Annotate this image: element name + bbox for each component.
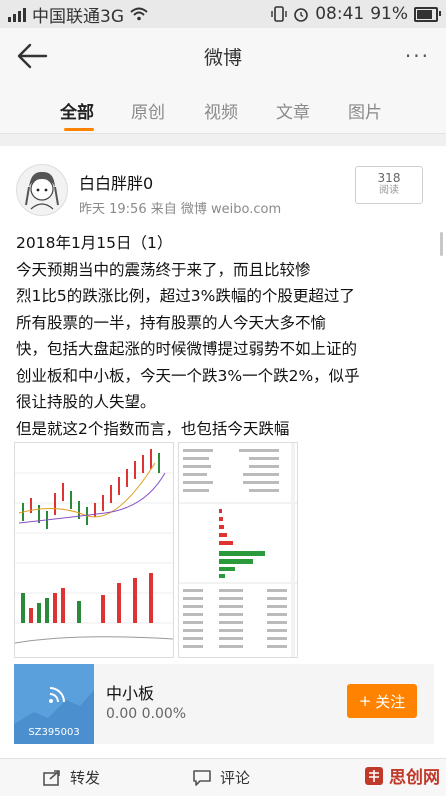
clock-time: 08:41 [315, 4, 365, 24]
post-line: 2018年1月15日（1） [16, 234, 173, 252]
avatar-sketch-icon [25, 171, 59, 210]
follow-button[interactable]: + 关注 [347, 684, 417, 718]
stock-thumbnail: SZ395003 [14, 664, 94, 744]
post-line: 很让持股的人失望。 [16, 393, 156, 411]
filter-tabs: 全部 原创 视频 文章 图片 [0, 84, 446, 134]
post-image-quote-table[interactable] [178, 442, 298, 658]
vibrate-icon [271, 6, 287, 22]
watermark-text: 思创网 [389, 768, 440, 788]
post-line: 但是就这2个指数而言，也包括今天跌幅 [16, 419, 290, 438]
post-line: 今天预期当中的震荡终于来了，而且比较惨 [16, 260, 311, 279]
post-meta: 昨天 19:56 来自 微博 weibo.com [79, 202, 282, 217]
post-line: 快，包括大盘起涨的时候微博提过弱势不如上证的 [16, 340, 358, 358]
signal-icon [8, 6, 26, 22]
post-line: 烈1比5的跌涨比例，超过3%跌幅的个股更超过了 [16, 287, 355, 305]
post-body: 2018年1月15日（1） 今天预期当中的震荡终于来了，而且比较惨 烈1比5的跌… [16, 230, 436, 442]
watermark-emblem-icon [365, 766, 383, 785]
page-title: 微博 [203, 46, 242, 69]
battery-icon [414, 6, 441, 22]
tab-video[interactable]: 视频 [204, 98, 238, 123]
stock-name: 中小板 [106, 684, 155, 703]
post-line: 创业板和中小板，今天一个跌3%一个跌2%，似乎 [16, 366, 360, 385]
tab-original[interactable]: 原创 [131, 98, 165, 123]
nav-bar: 微博 ··· [0, 28, 446, 84]
scrollbar-thumb[interactable] [440, 232, 443, 256]
follow-label: 关注 [375, 692, 406, 711]
back-arrow-icon[interactable] [16, 42, 48, 70]
stock-quote: 0.00 0.00% [106, 706, 187, 722]
more-options-icon[interactable]: ··· [405, 46, 430, 66]
status-bar: 中国联通3G 08:41 91% [0, 0, 446, 28]
post-line: 所有股票的一半，持有股票的人今天大多不愉 [16, 313, 327, 332]
read-count: 318 [377, 171, 401, 185]
tab-article[interactable]: 文章 [276, 98, 310, 123]
carrier-label: 中国联通3G [32, 6, 124, 27]
stock-card[interactable]: SZ395003 中小板 0.00 0.00% + 关注 [14, 664, 434, 744]
tab-images[interactable]: 图片 [348, 98, 382, 123]
plus-icon: + [358, 692, 372, 710]
tab-all[interactable]: 全部 [60, 98, 94, 123]
comment-icon [193, 769, 211, 786]
read-count-badge: 318 阅读 [355, 166, 423, 204]
avatar[interactable] [16, 164, 68, 216]
wifi-icon [130, 7, 148, 21]
weibo-post: 白白胖胖0 昨天 19:56 来自 微博 weibo.com 318 阅读 20… [0, 146, 446, 658]
stock-code: SZ395003 [28, 727, 80, 738]
post-username[interactable]: 白白胖胖0 [79, 170, 153, 194]
comment-label: 评论 [220, 769, 251, 787]
repost-icon [43, 769, 60, 786]
alarm-icon [294, 8, 309, 22]
repost-label: 转发 [70, 769, 101, 787]
watermark-logo: 思创网 [363, 763, 440, 788]
comment-button[interactable]: 评论 [192, 767, 250, 788]
bottom-action-bar: 转发 评论 思创网 [0, 758, 446, 796]
section-divider [0, 134, 446, 146]
post-image-kline-chart[interactable] [14, 442, 174, 658]
repost-button[interactable]: 转发 [42, 767, 100, 788]
read-label: 阅读 [379, 185, 399, 196]
battery-percent: 91% [370, 4, 408, 24]
active-tab-indicator [64, 128, 94, 131]
